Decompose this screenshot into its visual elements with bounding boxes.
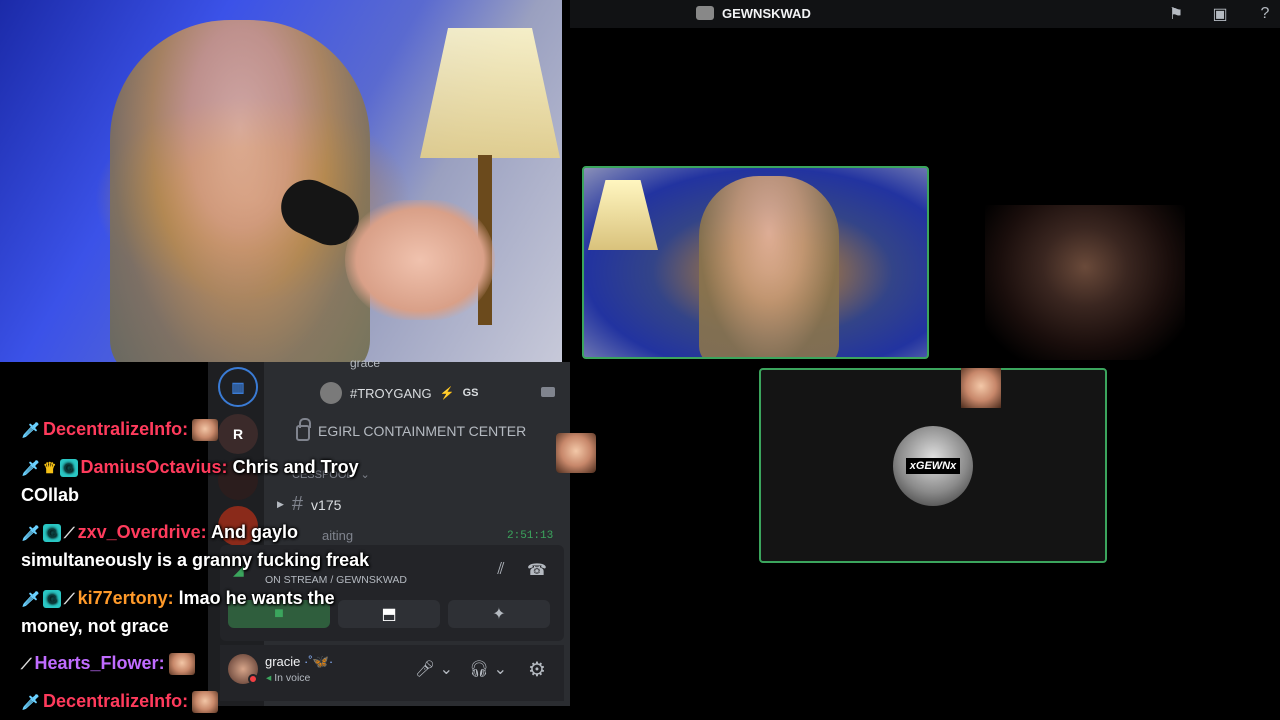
chat-message-1: 🗡︎ DecentralizeInfo:	[21, 413, 219, 447]
avatar: xGEWNx	[893, 426, 973, 506]
sword-badge-icon: 🗡︎	[21, 421, 41, 439]
chat-username: DecentralizeInfo:	[43, 691, 189, 711]
user-name: gracie ·˚🦋·	[265, 654, 333, 670]
settings-gear-icon[interactable]: ⚙	[524, 657, 550, 681]
server-logo-icon	[696, 6, 714, 20]
video-tile-streamer[interactable]	[582, 166, 929, 359]
voice-user-troygang[interactable]: #TROYGANG ⚡ GS	[320, 382, 478, 404]
popout-icon[interactable]: ▣	[1208, 3, 1232, 25]
video-tile-dark-participant[interactable]	[985, 205, 1185, 360]
lamp-shade	[588, 180, 658, 250]
sword-badge-icon: 🗡︎	[21, 693, 41, 711]
page-title: GEWNSKWAD	[722, 6, 811, 21]
voice-user-grace-label: grace	[350, 356, 381, 370]
user-status-label: In voice	[274, 672, 311, 684]
channel-waiting[interactable]: aiting	[322, 528, 353, 543]
disconnect-button[interactable]: ☎	[524, 559, 550, 581]
sub-badge-icon: G	[59, 459, 78, 478]
mic-button[interactable]: 🎤︎ ⌄	[414, 657, 454, 681]
chat-message-3-cont: simultaneously is a granny fucking freak	[21, 544, 369, 577]
noise-suppression-button[interactable]: ⫽	[488, 559, 514, 581]
emote-icon	[168, 653, 195, 676]
chat-text: lmao he wants the	[178, 588, 335, 608]
lock-icon	[296, 418, 311, 441]
streamer-webcam	[0, 0, 562, 362]
voice-user-grace[interactable]: grace	[350, 356, 380, 370]
user-name-label: gracie	[265, 654, 301, 669]
emote-icon	[961, 368, 1001, 408]
server-icon-2[interactable]: R	[218, 414, 258, 454]
help-icon[interactable]: ?	[1253, 3, 1277, 25]
voice-status-icon: ◂	[266, 672, 272, 684]
chat-text: COllab	[21, 485, 80, 505]
screenshare-button[interactable]: ⬒	[338, 600, 440, 628]
avatar-logo-text: xGEWNx	[905, 458, 961, 474]
emote-icon	[192, 419, 219, 442]
chat-message-5: ⟋ Hearts_Flower:	[21, 647, 195, 681]
sub-badge-icon: G	[43, 590, 62, 609]
server-letter: R	[232, 426, 244, 442]
chat-username: DamiusOctavius:	[80, 457, 228, 477]
lamp-shade	[420, 28, 560, 158]
chat-text: money, not grace	[21, 616, 169, 636]
lightning-icon: ⚡	[439, 386, 455, 400]
sub-badge-icon: G	[43, 524, 62, 543]
butterfly-icon: ·˚🦋·	[304, 654, 334, 669]
chevron-down-icon: ⌄	[360, 469, 370, 481]
activities-button[interactable]: ✦	[448, 600, 550, 628]
channel-label: v175	[311, 496, 342, 513]
chevron-right-icon: ▶	[277, 499, 284, 509]
chat-username: ki77ertony:	[77, 588, 174, 608]
chat-text: And gaylo	[210, 522, 298, 542]
hash-icon: #	[291, 493, 304, 515]
headphones-button[interactable]: 🎧︎ ⌄	[468, 657, 508, 681]
camera-icon	[541, 387, 555, 397]
channel-v175[interactable]: ▶ # v175	[277, 493, 341, 516]
voice-timer: 2:51:13	[507, 530, 554, 542]
mod-badge-icon: ⟋	[21, 655, 32, 673]
voice-user-tag: GS	[462, 387, 479, 399]
streamer-hand	[345, 200, 495, 320]
voice-user-name: #TROYGANG	[350, 385, 432, 401]
channel-label: aiting	[322, 528, 354, 543]
chat-message-2-cont: COllab	[21, 479, 79, 512]
flag-icon[interactable]: ⚑	[1164, 3, 1188, 25]
channel-label: EGIRL CONTAINMENT CENTER	[318, 423, 527, 439]
chat-username: Hearts_Flower:	[34, 653, 165, 673]
channel-egirl-containment[interactable]: EGIRL CONTAINMENT CENTER	[296, 418, 527, 441]
chat-message-6: 🗡︎ DecentralizeInfo:	[21, 685, 219, 719]
tile-streamer-figure	[699, 176, 839, 357]
chat-message-4-cont: money, not grace	[21, 610, 169, 643]
chat-username: zxv_Overdrive:	[77, 522, 207, 542]
user-status: ◂ In voice	[266, 672, 310, 684]
status-badge	[248, 674, 258, 684]
emote-icon	[192, 691, 219, 714]
floating-emote	[556, 433, 596, 473]
stream-layout: ▥ R grace #TROYGANG ⚡ GS EGIRL CONTAINME…	[0, 0, 1280, 720]
server-icon-1[interactable]: ▥	[218, 367, 258, 407]
chat-text: simultaneously is a granny fucking freak	[21, 550, 370, 570]
avatar	[320, 382, 342, 404]
chat-text: Chris and Troy	[232, 457, 359, 477]
chat-username: DecentralizeInfo:	[43, 419, 189, 439]
